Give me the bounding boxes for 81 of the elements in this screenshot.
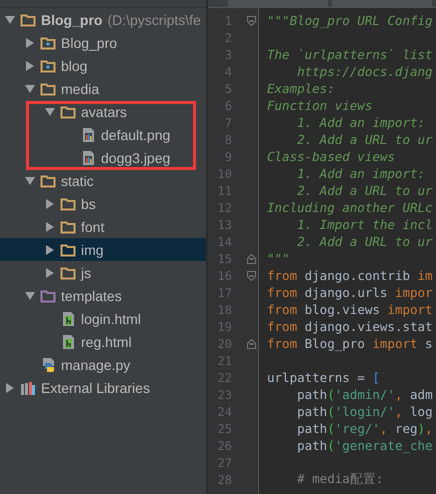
tree-row[interactable]: img [0,238,206,261]
fold-icon[interactable] [247,270,256,280]
tree-row[interactable]: External Libraries [0,376,206,399]
tree-item-label: font [81,218,104,234]
package-folder-icon [40,34,56,50]
tree-row[interactable]: Blog_pro [0,31,206,54]
tree-item-label: External Libraries [41,380,150,396]
code-line: https://docs.djang [296,64,433,79]
code-line: Examples: [266,81,335,96]
tree-item-label: login.html [81,310,141,326]
tree-item-label: avatars [81,104,127,120]
html-file-icon [60,334,76,350]
image-file-icon [80,126,96,142]
code-line: # media配置: [296,471,384,488]
code-line: """ [266,251,290,266]
tree-row[interactable]: templates [0,284,206,307]
folder-icon [60,104,76,120]
code-line: 2. Add a URL to ur [296,183,433,198]
tree-item-label: static [61,172,94,188]
folder-icon [60,196,76,212]
code-line: 1. Add an import: [296,166,426,181]
tree-item-label: img [81,242,104,258]
code-line: The `urlpatterns` list [266,47,433,62]
code-line: Function views [266,98,372,113]
tree-item-label: Blog_pro [61,34,118,50]
code-line: from django.urls impor [266,285,433,300]
html-file-icon [60,310,76,326]
tree-item-label: blog [61,58,88,74]
library-icon [20,380,36,396]
project-path: (D:\pyscripts\fe [107,12,201,28]
tree-row[interactable]: static [0,169,206,192]
tree-row[interactable]: bs [0,192,206,215]
tree-row[interactable]: manage.py [0,353,206,376]
package-folder-icon [40,58,56,74]
tree-item-label: dogg3.jpeg [101,150,170,166]
tree-row[interactable]: js [0,261,206,284]
tree-row[interactable]: avatars [0,100,206,123]
tree-row[interactable]: reg.html [0,330,206,353]
folder-icon [40,172,56,188]
folder-icon [40,288,56,304]
folder-icon [60,242,76,258]
code-line: path('reg/', reg), [296,421,433,436]
folder-icon [60,218,76,234]
tree-item-label: reg.html [81,334,132,350]
code-line: from django.contrib im [266,268,433,283]
tree-item-label: bs [81,196,96,212]
tree-item-label: templates [61,288,122,304]
code-line: 1. Import the incl [296,217,433,232]
tree-item-label: default.png [101,126,170,142]
tree-row[interactable]: font [0,215,206,238]
tree-row[interactable]: default.png [0,123,206,146]
tree-item-label: manage.py [61,356,130,372]
tree-row[interactable]: login.html [0,307,206,330]
code-line: urlpatterns = [ [266,370,380,385]
code-line: from blog.views import [266,302,433,317]
tree-item-label: Blog_pro [41,12,102,28]
python-file-icon [40,356,56,372]
code-line: from Blog_pro import s [266,336,433,351]
tree-item-label: media [61,80,100,96]
fold-icon[interactable] [247,338,256,348]
code-line: 2. Add a URL to ur [296,132,433,147]
code-line: 1. Add an import: [296,115,426,130]
tree-item-label: js [81,264,92,280]
code-line: from django.views.stat [266,319,433,334]
folder-icon [60,264,76,280]
tree-row[interactable]: media [0,77,206,100]
folder-icon [20,12,36,28]
code-line: path('generate_che [296,438,433,453]
fold-icon[interactable] [247,254,256,264]
code-line: Class-based views [266,149,395,164]
image-file-icon [80,150,96,166]
code-line: path('login/', log [296,404,433,419]
tree-row[interactable]: blog [0,54,206,77]
code-line: path('admin/', adm [296,387,433,402]
tree-row[interactable]: Blog_pro (D:\pyscripts\fe [0,8,206,31]
tree-row[interactable]: dogg3.jpeg [0,146,206,169]
code-line: """Blog_pro URL Config [266,13,433,28]
fold-icon[interactable] [247,16,256,26]
code-line: Including another URLc [266,200,433,215]
folder-icon [40,80,56,96]
code-line: 2. Add a URL to ur [296,234,433,249]
